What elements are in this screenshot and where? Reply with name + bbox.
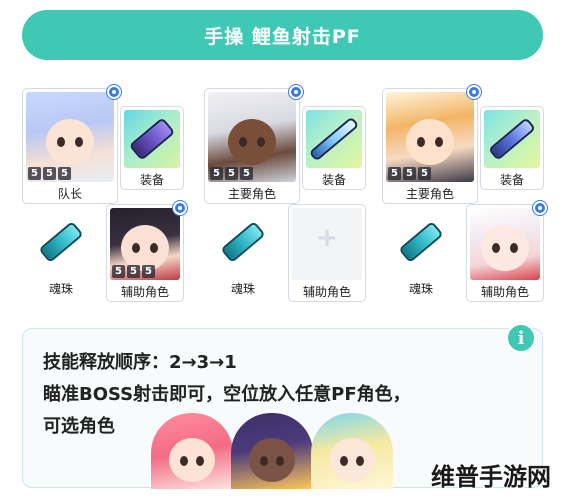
team-group-3: 5 5 5 主要角色 装备 魂珠 辅助角色: [382, 85, 547, 303]
character-portrait: 5 5 5: [386, 92, 474, 182]
optional-character-portrait: [151, 413, 233, 489]
soul-orb-image: [25, 215, 97, 277]
level-badges: 5 5 5: [112, 265, 155, 278]
card-label: 魂珠: [230, 281, 255, 296]
selected-check-icon: [467, 85, 481, 99]
main-character-card[interactable]: 5 5 5 主要角色: [204, 85, 303, 204]
equipment-card[interactable]: 装备: [480, 106, 544, 190]
plus-icon: +: [316, 223, 338, 254]
card-label: 装备: [139, 172, 164, 187]
soul-orb-icon: [401, 224, 441, 261]
leader-card[interactable]: 5 5 5 队长: [22, 85, 121, 204]
card-label: 装备: [321, 172, 346, 187]
page-title-text: 手操 鲤鱼射击PF: [204, 25, 361, 48]
character-portrait: [470, 208, 540, 280]
soul-orb-icon: [41, 224, 81, 261]
soul-orb-card[interactable]: 魂珠: [204, 212, 282, 298]
sword-icon: [311, 119, 357, 159]
optional-characters: [151, 413, 401, 489]
soul-orb-image: [385, 215, 457, 277]
main-character-card[interactable]: 5 5 5 主要角色: [382, 85, 481, 204]
soul-orb-card[interactable]: 魂珠: [382, 212, 460, 298]
team-group-2: 5 5 5 主要角色 装备 魂珠 + 辅助角色: [204, 85, 366, 303]
optional-character-portrait: [231, 413, 313, 489]
card-label: 主要角色: [405, 186, 454, 201]
equipment-card[interactable]: 装备: [302, 106, 366, 190]
support-card[interactable]: 5 5 5 辅助角色: [106, 201, 187, 302]
card-label: 装备: [499, 172, 524, 187]
equipment-card[interactable]: 装备: [120, 106, 184, 190]
selected-check-icon: [533, 201, 547, 215]
soul-orb-image: [207, 215, 279, 277]
level-badges: 5 5 5: [210, 167, 253, 180]
soul-orb-card[interactable]: 魂珠: [22, 212, 100, 298]
character-portrait: 5 5 5: [110, 208, 180, 280]
card-label: 魂珠: [408, 281, 433, 296]
card-label: 辅助角色: [120, 284, 169, 299]
empty-slot: +: [292, 208, 362, 280]
equipment-image: [306, 110, 362, 168]
gun-icon: [131, 120, 173, 158]
card-label: 辅助角色: [302, 284, 351, 299]
info-line: 瞄准BOSS射击即可，空位放入任意PF角色，: [43, 384, 411, 405]
watermark-text: 维普手游网: [431, 463, 551, 491]
card-label: 辅助角色: [480, 284, 529, 299]
level-badges: 5 5 5: [388, 167, 431, 180]
selected-check-icon: [107, 85, 121, 99]
selected-check-icon: [289, 85, 303, 99]
card-label: 队长: [57, 186, 82, 201]
character-portrait: 5 5 5: [26, 92, 114, 182]
equipment-image: [484, 110, 540, 168]
character-portrait: 5 5 5: [208, 92, 296, 182]
spear-icon: [490, 120, 534, 158]
card-label: 主要角色: [227, 186, 276, 201]
level-badges: 5 5 5: [28, 167, 71, 180]
page-title: 手操 鲤鱼射击PF: [22, 10, 543, 60]
card-label: 魂珠: [48, 281, 73, 296]
info-line: 技能释放顺序：2→3→1: [43, 352, 237, 373]
selected-check-icon: [173, 201, 187, 215]
optional-character-portrait: [311, 413, 393, 489]
team-group-1: 5 5 5 队长 装备 魂珠 5 5 5 辅助角色: [22, 85, 187, 303]
empty-support-slot[interactable]: + 辅助角色: [288, 204, 366, 302]
equipment-image: [124, 110, 180, 168]
soul-orb-icon: [223, 224, 263, 261]
support-card[interactable]: 辅助角色: [466, 201, 547, 302]
